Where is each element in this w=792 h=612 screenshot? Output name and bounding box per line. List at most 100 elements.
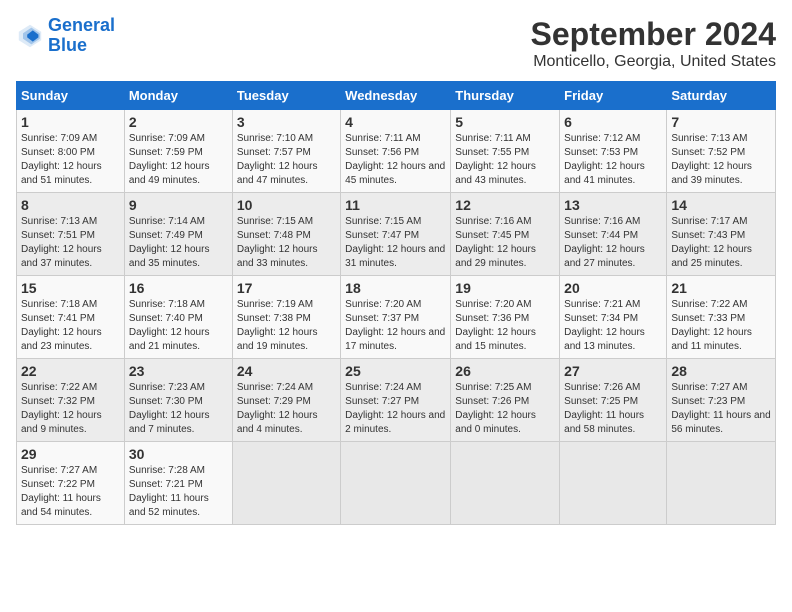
table-cell: 12 Sunrise: 7:16 AMSunset: 7:45 PMDaylig…	[451, 193, 560, 276]
calendar-row: 22 Sunrise: 7:22 AMSunset: 7:32 PMDaylig…	[17, 359, 776, 442]
day-detail: Sunrise: 7:28 AMSunset: 7:21 PMDaylight:…	[129, 465, 209, 518]
day-number: 20	[564, 280, 662, 296]
day-number: 13	[564, 197, 662, 213]
day-number: 27	[564, 363, 662, 379]
page-title: September 2024	[531, 16, 776, 53]
header-saturday: Saturday	[667, 82, 776, 110]
table-cell: 23 Sunrise: 7:23 AMSunset: 7:30 PMDaylig…	[124, 359, 232, 442]
day-detail: Sunrise: 7:22 AMSunset: 7:33 PMDaylight:…	[671, 299, 752, 352]
day-detail: Sunrise: 7:11 AMSunset: 7:55 PMDaylight:…	[455, 133, 536, 186]
header-tuesday: Tuesday	[232, 82, 340, 110]
day-number: 5	[455, 114, 555, 130]
table-cell	[341, 442, 451, 525]
header-monday: Monday	[124, 82, 232, 110]
day-detail: Sunrise: 7:09 AMSunset: 7:59 PMDaylight:…	[129, 133, 210, 186]
table-cell: 27 Sunrise: 7:26 AMSunset: 7:25 PMDaylig…	[560, 359, 667, 442]
day-number: 30	[129, 446, 228, 462]
day-number: 3	[237, 114, 336, 130]
day-detail: Sunrise: 7:13 AMSunset: 7:52 PMDaylight:…	[671, 133, 752, 186]
day-number: 1	[21, 114, 120, 130]
page-subtitle: Monticello, Georgia, United States	[531, 53, 776, 71]
table-cell: 1 Sunrise: 7:09 AMSunset: 8:00 PMDayligh…	[17, 110, 125, 193]
day-number: 23	[129, 363, 228, 379]
day-number: 9	[129, 197, 228, 213]
table-cell: 7 Sunrise: 7:13 AMSunset: 7:52 PMDayligh…	[667, 110, 776, 193]
table-cell: 2 Sunrise: 7:09 AMSunset: 7:59 PMDayligh…	[124, 110, 232, 193]
calendar-row: 8 Sunrise: 7:13 AMSunset: 7:51 PMDayligh…	[17, 193, 776, 276]
table-cell: 6 Sunrise: 7:12 AMSunset: 7:53 PMDayligh…	[560, 110, 667, 193]
table-cell: 14 Sunrise: 7:17 AMSunset: 7:43 PMDaylig…	[667, 193, 776, 276]
calendar-body: 1 Sunrise: 7:09 AMSunset: 8:00 PMDayligh…	[17, 110, 776, 525]
table-cell: 30 Sunrise: 7:28 AMSunset: 7:21 PMDaylig…	[124, 442, 232, 525]
day-number: 21	[671, 280, 771, 296]
table-cell: 17 Sunrise: 7:19 AMSunset: 7:38 PMDaylig…	[232, 276, 340, 359]
day-number: 8	[21, 197, 120, 213]
table-cell: 18 Sunrise: 7:20 AMSunset: 7:37 PMDaylig…	[341, 276, 451, 359]
day-detail: Sunrise: 7:19 AMSunset: 7:38 PMDaylight:…	[237, 299, 318, 352]
logo-line1: General	[48, 15, 115, 35]
table-cell	[667, 442, 776, 525]
day-number: 10	[237, 197, 336, 213]
calendar-row: 29 Sunrise: 7:27 AMSunset: 7:22 PMDaylig…	[17, 442, 776, 525]
table-cell	[451, 442, 560, 525]
table-cell: 20 Sunrise: 7:21 AMSunset: 7:34 PMDaylig…	[560, 276, 667, 359]
table-cell: 16 Sunrise: 7:18 AMSunset: 7:40 PMDaylig…	[124, 276, 232, 359]
header-row: Sunday Monday Tuesday Wednesday Thursday…	[17, 82, 776, 110]
day-detail: Sunrise: 7:09 AMSunset: 8:00 PMDaylight:…	[21, 133, 102, 186]
logo: General Blue	[16, 16, 115, 56]
title-area: September 2024 Monticello, Georgia, Unit…	[531, 16, 776, 71]
day-detail: Sunrise: 7:24 AMSunset: 7:29 PMDaylight:…	[237, 382, 318, 435]
header-friday: Friday	[560, 82, 667, 110]
day-detail: Sunrise: 7:16 AMSunset: 7:44 PMDaylight:…	[564, 216, 645, 269]
calendar-row: 1 Sunrise: 7:09 AMSunset: 8:00 PMDayligh…	[17, 110, 776, 193]
day-number: 7	[671, 114, 771, 130]
table-cell: 5 Sunrise: 7:11 AMSunset: 7:55 PMDayligh…	[451, 110, 560, 193]
logo-icon	[16, 22, 44, 50]
day-detail: Sunrise: 7:14 AMSunset: 7:49 PMDaylight:…	[129, 216, 210, 269]
day-detail: Sunrise: 7:12 AMSunset: 7:53 PMDaylight:…	[564, 133, 645, 186]
table-cell: 15 Sunrise: 7:18 AMSunset: 7:41 PMDaylig…	[17, 276, 125, 359]
table-cell: 29 Sunrise: 7:27 AMSunset: 7:22 PMDaylig…	[17, 442, 125, 525]
table-cell: 8 Sunrise: 7:13 AMSunset: 7:51 PMDayligh…	[17, 193, 125, 276]
day-number: 11	[345, 197, 446, 213]
table-cell: 19 Sunrise: 7:20 AMSunset: 7:36 PMDaylig…	[451, 276, 560, 359]
day-detail: Sunrise: 7:20 AMSunset: 7:36 PMDaylight:…	[455, 299, 536, 352]
table-cell: 4 Sunrise: 7:11 AMSunset: 7:56 PMDayligh…	[341, 110, 451, 193]
day-detail: Sunrise: 7:24 AMSunset: 7:27 PMDaylight:…	[345, 382, 445, 435]
day-number: 28	[671, 363, 771, 379]
table-cell: 28 Sunrise: 7:27 AMSunset: 7:23 PMDaylig…	[667, 359, 776, 442]
day-number: 12	[455, 197, 555, 213]
table-cell: 9 Sunrise: 7:14 AMSunset: 7:49 PMDayligh…	[124, 193, 232, 276]
day-number: 2	[129, 114, 228, 130]
day-detail: Sunrise: 7:27 AMSunset: 7:23 PMDaylight:…	[671, 382, 770, 435]
calendar-table: Sunday Monday Tuesday Wednesday Thursday…	[16, 81, 776, 525]
day-number: 17	[237, 280, 336, 296]
logo-text: General Blue	[48, 16, 115, 56]
day-detail: Sunrise: 7:16 AMSunset: 7:45 PMDaylight:…	[455, 216, 536, 269]
day-number: 15	[21, 280, 120, 296]
day-detail: Sunrise: 7:25 AMSunset: 7:26 PMDaylight:…	[455, 382, 536, 435]
day-number: 25	[345, 363, 446, 379]
day-detail: Sunrise: 7:18 AMSunset: 7:40 PMDaylight:…	[129, 299, 210, 352]
logo-line2: Blue	[48, 35, 87, 55]
day-number: 29	[21, 446, 120, 462]
day-number: 16	[129, 280, 228, 296]
day-number: 18	[345, 280, 446, 296]
day-detail: Sunrise: 7:21 AMSunset: 7:34 PMDaylight:…	[564, 299, 645, 352]
calendar-header: Sunday Monday Tuesday Wednesday Thursday…	[17, 82, 776, 110]
header-wednesday: Wednesday	[341, 82, 451, 110]
day-detail: Sunrise: 7:27 AMSunset: 7:22 PMDaylight:…	[21, 465, 101, 518]
table-cell: 3 Sunrise: 7:10 AMSunset: 7:57 PMDayligh…	[232, 110, 340, 193]
calendar-row: 15 Sunrise: 7:18 AMSunset: 7:41 PMDaylig…	[17, 276, 776, 359]
day-detail: Sunrise: 7:20 AMSunset: 7:37 PMDaylight:…	[345, 299, 445, 352]
day-detail: Sunrise: 7:22 AMSunset: 7:32 PMDaylight:…	[21, 382, 102, 435]
day-detail: Sunrise: 7:15 AMSunset: 7:47 PMDaylight:…	[345, 216, 445, 269]
day-detail: Sunrise: 7:17 AMSunset: 7:43 PMDaylight:…	[671, 216, 752, 269]
table-cell	[232, 442, 340, 525]
day-detail: Sunrise: 7:18 AMSunset: 7:41 PMDaylight:…	[21, 299, 102, 352]
header-thursday: Thursday	[451, 82, 560, 110]
table-cell: 10 Sunrise: 7:15 AMSunset: 7:48 PMDaylig…	[232, 193, 340, 276]
day-number: 19	[455, 280, 555, 296]
day-detail: Sunrise: 7:15 AMSunset: 7:48 PMDaylight:…	[237, 216, 318, 269]
day-detail: Sunrise: 7:26 AMSunset: 7:25 PMDaylight:…	[564, 382, 644, 435]
